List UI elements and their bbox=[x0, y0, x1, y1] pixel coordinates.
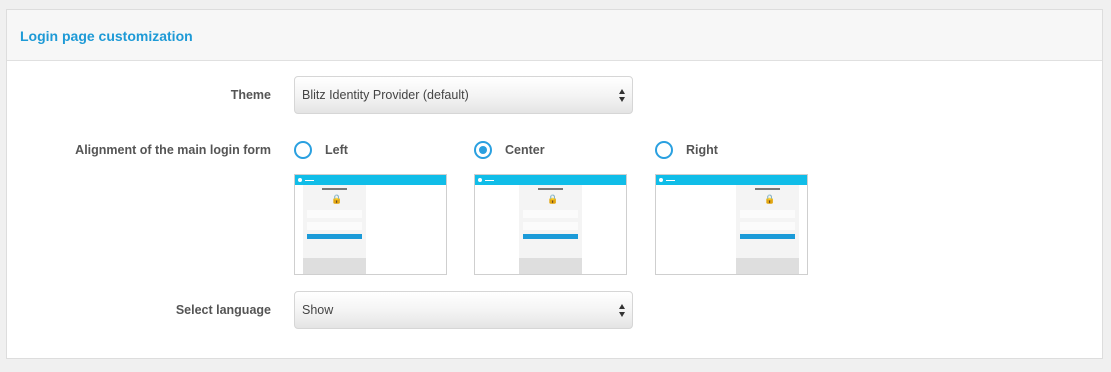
preview-header-bar bbox=[295, 175, 446, 185]
panel-header: Login page customization bbox=[7, 10, 1102, 61]
alignment-option-label: Right bbox=[686, 143, 718, 157]
radio-center[interactable] bbox=[474, 141, 492, 159]
preview-login-form: 🔒 bbox=[736, 185, 799, 274]
alignment-label: Alignment of the main login form bbox=[75, 143, 271, 157]
theme-label: Theme bbox=[230, 88, 271, 102]
lock-icon: 🔒 bbox=[331, 194, 343, 204]
radio-left[interactable] bbox=[294, 141, 312, 159]
chevron-up-down-icon bbox=[619, 89, 626, 102]
language-select[interactable]: Show bbox=[294, 291, 633, 329]
preview-left-thumbnail[interactable]: 🔒 bbox=[294, 174, 447, 275]
lock-icon: 🔒 bbox=[547, 194, 559, 204]
preview-center-thumbnail[interactable]: 🔒 bbox=[474, 174, 627, 275]
alignment-option-right[interactable]: Right bbox=[655, 141, 718, 159]
preview-login-form: 🔒 bbox=[303, 185, 366, 274]
language-label: Select language bbox=[175, 303, 271, 317]
alignment-option-label: Left bbox=[325, 143, 348, 157]
alignment-option-center[interactable]: Center bbox=[474, 141, 545, 159]
panel-title: Login page customization bbox=[20, 27, 193, 44]
chevron-up-down-icon bbox=[619, 304, 626, 317]
radio-right[interactable] bbox=[655, 141, 673, 159]
preview-header-bar bbox=[475, 175, 626, 185]
alignment-option-left[interactable]: Left bbox=[294, 141, 348, 159]
preview-right-thumbnail[interactable]: 🔒 bbox=[655, 174, 808, 275]
preview-header-bar bbox=[656, 175, 807, 185]
theme-select-value: Blitz Identity Provider (default) bbox=[302, 88, 469, 102]
language-select-value: Show bbox=[302, 303, 334, 317]
alignment-option-label: Center bbox=[505, 143, 545, 157]
lock-icon: 🔒 bbox=[764, 194, 776, 204]
theme-select[interactable]: Blitz Identity Provider (default) bbox=[294, 76, 633, 114]
preview-login-form: 🔒 bbox=[519, 185, 582, 274]
